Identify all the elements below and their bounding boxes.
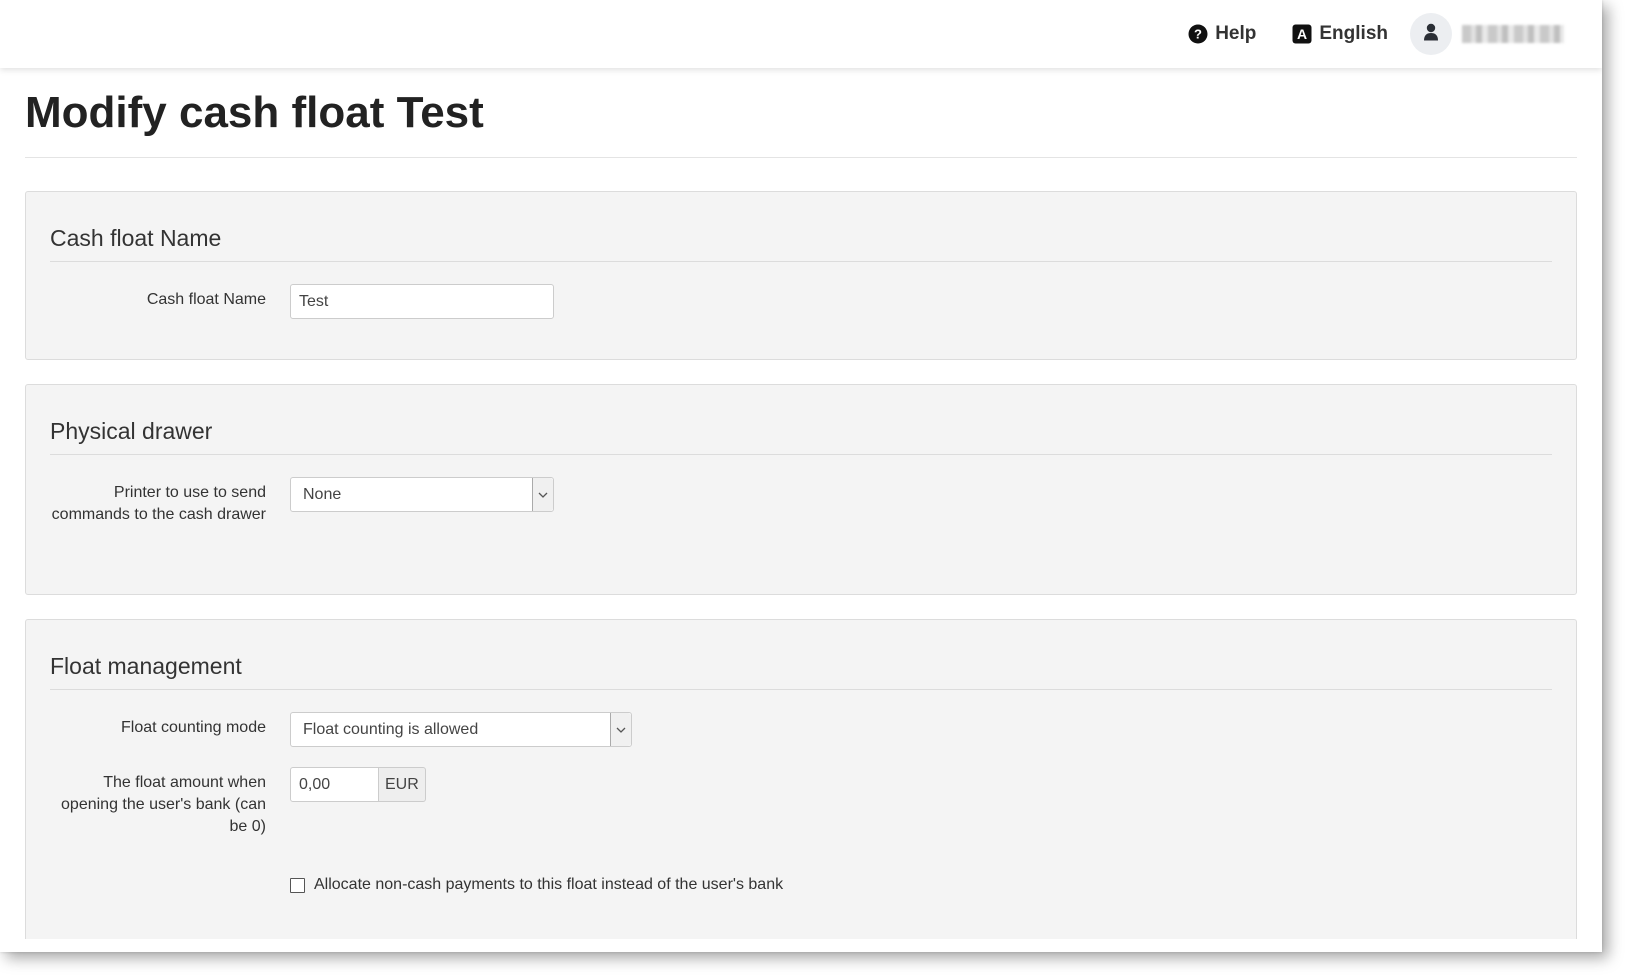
float-amount-group: 0,00 EUR [290, 767, 426, 802]
page-title: Modify cash float Test [25, 88, 484, 137]
language-selector[interactable]: A English [1292, 23, 1388, 45]
float-mode-control: Float counting is allowed [290, 712, 632, 747]
section-title-name: Cash float Name [50, 192, 1552, 262]
float-amount-label: The float amount when opening the user's… [61, 774, 266, 835]
row-allocate-non-cash: Allocate non-cash payments to this float… [290, 876, 1552, 894]
app-window: ? Help A English Modify cash float Test … [0, 0, 1602, 952]
chevron-down-icon [532, 478, 553, 511]
cash-float-name-input[interactable]: Test [290, 284, 554, 319]
printer-control: None [290, 477, 554, 512]
panel-physical-drawer: Physical drawer Printer to use to send c… [25, 384, 1577, 595]
top-nav: ? Help A English [1152, 12, 1564, 56]
question-circle-icon: ? [1188, 24, 1208, 44]
printer-select[interactable]: None [290, 477, 554, 512]
row-float-mode: Float counting mode Float counting is al… [50, 712, 1552, 747]
float-mode-label: Float counting mode [121, 719, 266, 736]
avatar [1410, 13, 1452, 55]
svg-text:A: A [1297, 26, 1307, 42]
row-printer: Printer to use to send commands to the c… [50, 477, 1552, 526]
currency-addon: EUR [379, 767, 426, 802]
chevron-down-icon [610, 713, 631, 746]
user-menu[interactable] [1410, 13, 1564, 55]
language-label: English [1319, 23, 1388, 44]
section-title-float: Float management [50, 620, 1552, 690]
user-name-blurred [1462, 25, 1564, 43]
help-label: Help [1215, 23, 1257, 44]
float-mode-selected-value: Float counting is allowed [303, 721, 479, 738]
user-icon [1423, 23, 1439, 46]
translate-icon: A [1292, 24, 1312, 44]
printer-selected-value: None [303, 486, 342, 503]
cash-float-name-label: Cash float Name [146, 291, 266, 308]
row-float-amount: The float amount when opening the user's… [50, 767, 1552, 838]
float-mode-select[interactable]: Float counting is allowed [290, 712, 632, 747]
help-link[interactable]: ? Help [1188, 23, 1256, 45]
panel-cash-float-name: Cash float Name Cash float Name Test [25, 191, 1577, 360]
printer-label: Printer to use to send commands to the c… [51, 484, 266, 523]
allocate-non-cash-checkbox[interactable] [290, 877, 305, 893]
panel-float-management: Float management Float counting mode Flo… [25, 619, 1577, 939]
row-cash-float-name: Cash float Name Test [50, 284, 1552, 319]
float-amount-control: 0,00 EUR [290, 767, 426, 802]
float-amount-input[interactable]: 0,00 [290, 767, 379, 802]
allocate-non-cash-label[interactable]: Allocate non-cash payments to this float… [314, 876, 783, 894]
section-title-drawer: Physical drawer [50, 385, 1552, 455]
cash-float-name-control: Test [290, 284, 554, 319]
top-navbar: ? Help A English [0, 0, 1602, 68]
svg-text:?: ? [1194, 27, 1202, 42]
main-content: Modify cash float Test Cash float Name C… [25, 68, 1577, 939]
